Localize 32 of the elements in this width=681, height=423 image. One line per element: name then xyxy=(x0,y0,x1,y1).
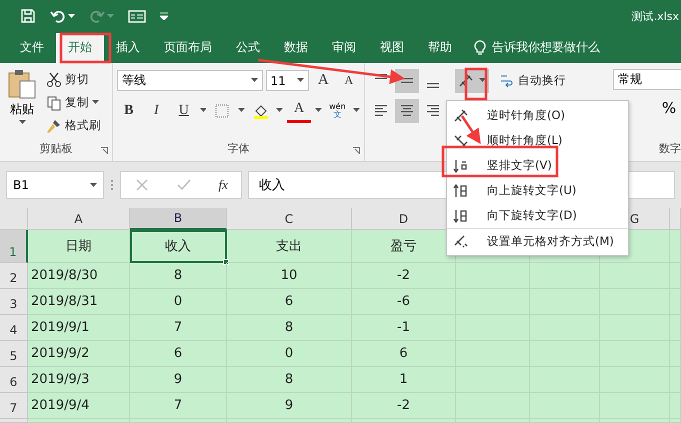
table-cell: 2019/9/1 xyxy=(28,315,130,342)
table-cell: 0 xyxy=(130,289,227,316)
window-title: 测试.xlsx xyxy=(632,8,679,24)
group-label: 数字 xyxy=(659,141,681,158)
table-cell: 9 xyxy=(130,367,227,394)
table-cell: 8 xyxy=(227,315,352,342)
table-cell: 收入 xyxy=(130,230,227,264)
table-cell: -1 xyxy=(352,315,456,342)
table-cell: 支出 xyxy=(227,230,352,264)
table-cell: 日期 xyxy=(28,230,130,264)
table-cell: 7 xyxy=(130,315,227,342)
table-cell: 0 xyxy=(227,341,352,368)
table-cell: 1 xyxy=(352,367,456,394)
table-cell: 6 xyxy=(227,289,352,316)
table-cell: 2019/8/31 xyxy=(28,289,130,316)
table-cell: 8 xyxy=(130,263,227,290)
table-cell: 2019/9/2 xyxy=(28,341,130,368)
table-cell: 2019/9/4 xyxy=(28,393,130,420)
table-cell: 10 xyxy=(227,263,352,290)
table-cell: 6 xyxy=(130,341,227,368)
group-label: 剪贴板 xyxy=(40,141,72,158)
table-cell: -2 xyxy=(352,393,456,420)
table-cell: -2 xyxy=(352,263,456,290)
table-cell: -6 xyxy=(352,289,456,316)
table-cell: 2019/8/30 xyxy=(28,263,130,290)
group-label: 字体 xyxy=(228,141,250,158)
table-cell: 2019/9/3 xyxy=(28,367,130,394)
tell-me-text: 告诉我你想要做什么 xyxy=(492,39,600,56)
table-cell: 7 xyxy=(130,393,227,420)
table-cell: 9 xyxy=(227,393,352,420)
table-cell: 8 xyxy=(227,367,352,394)
table-cell: 6 xyxy=(352,341,456,368)
